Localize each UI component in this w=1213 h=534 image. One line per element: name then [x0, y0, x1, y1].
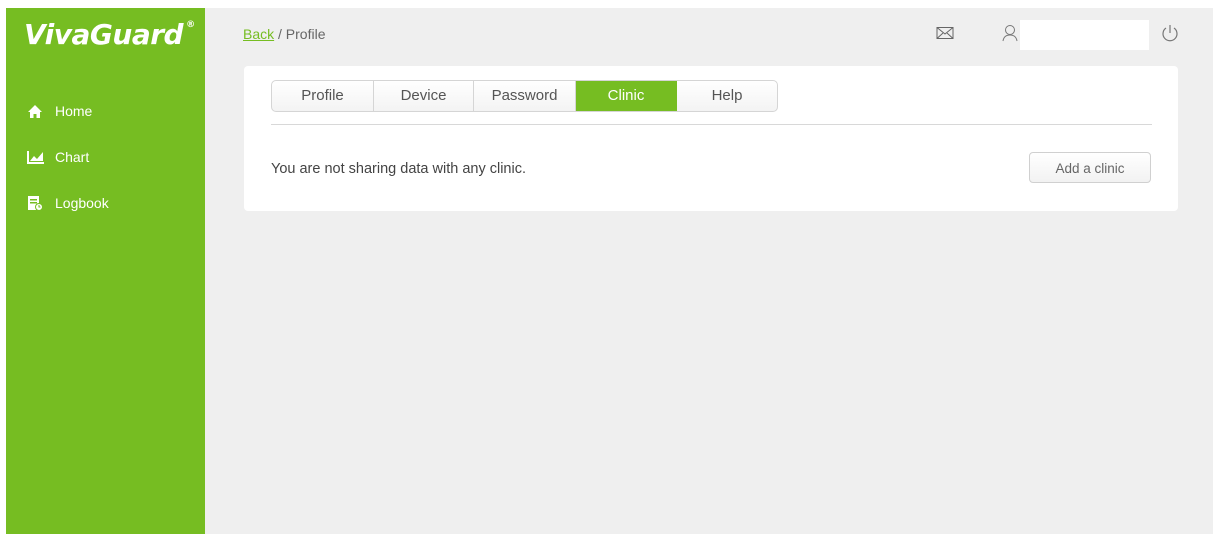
profile-card: Profile Device Password Clinic Help You …: [244, 66, 1178, 211]
breadcrumb-separator: /: [274, 26, 286, 42]
breadcrumb: Back / Profile: [243, 26, 325, 42]
tabs-divider: [271, 124, 1152, 125]
tab-clinic[interactable]: Clinic: [576, 81, 677, 111]
add-clinic-button[interactable]: Add a clinic: [1029, 152, 1151, 183]
tab-device[interactable]: Device: [374, 81, 474, 111]
user-icon: [1002, 24, 1018, 42]
sidebar-nav: Home Chart Logbook: [6, 88, 205, 226]
sidebar: VivaGuard ® Home Chart Logbook: [6, 8, 205, 534]
app-window: VivaGuard ® Home Chart Logbook Back / Pr…: [6, 8, 1213, 534]
sidebar-item-label: Logbook: [55, 195, 109, 211]
sidebar-item-home[interactable]: Home: [6, 88, 205, 134]
sidebar-item-logbook[interactable]: Logbook: [6, 180, 205, 226]
registered-mark: ®: [186, 20, 195, 30]
back-link[interactable]: Back: [243, 26, 274, 42]
sidebar-item-label: Home: [55, 103, 93, 119]
home-icon: [27, 103, 47, 119]
vivaguard-logo[interactable]: VivaGuard ®: [24, 18, 195, 54]
breadcrumb-current: Profile: [285, 26, 326, 42]
sidebar-item-label: Chart: [55, 149, 90, 165]
top-header: Back / Profile: [205, 8, 1213, 63]
username-display[interactable]: [1020, 20, 1149, 50]
tab-password[interactable]: Password: [474, 81, 576, 111]
mail-icon[interactable]: [936, 24, 954, 42]
tab-profile[interactable]: Profile: [272, 81, 374, 111]
power-icon[interactable]: [1160, 23, 1180, 43]
logbook-icon: [27, 195, 47, 211]
no-clinic-message: You are not sharing data with any clinic…: [271, 161, 526, 177]
tab-help[interactable]: Help: [677, 81, 777, 111]
logo-text: VivaGuard: [24, 18, 184, 51]
chart-icon: [27, 149, 47, 165]
profile-tabs: Profile Device Password Clinic Help: [271, 80, 778, 112]
sidebar-item-chart[interactable]: Chart: [6, 134, 205, 180]
